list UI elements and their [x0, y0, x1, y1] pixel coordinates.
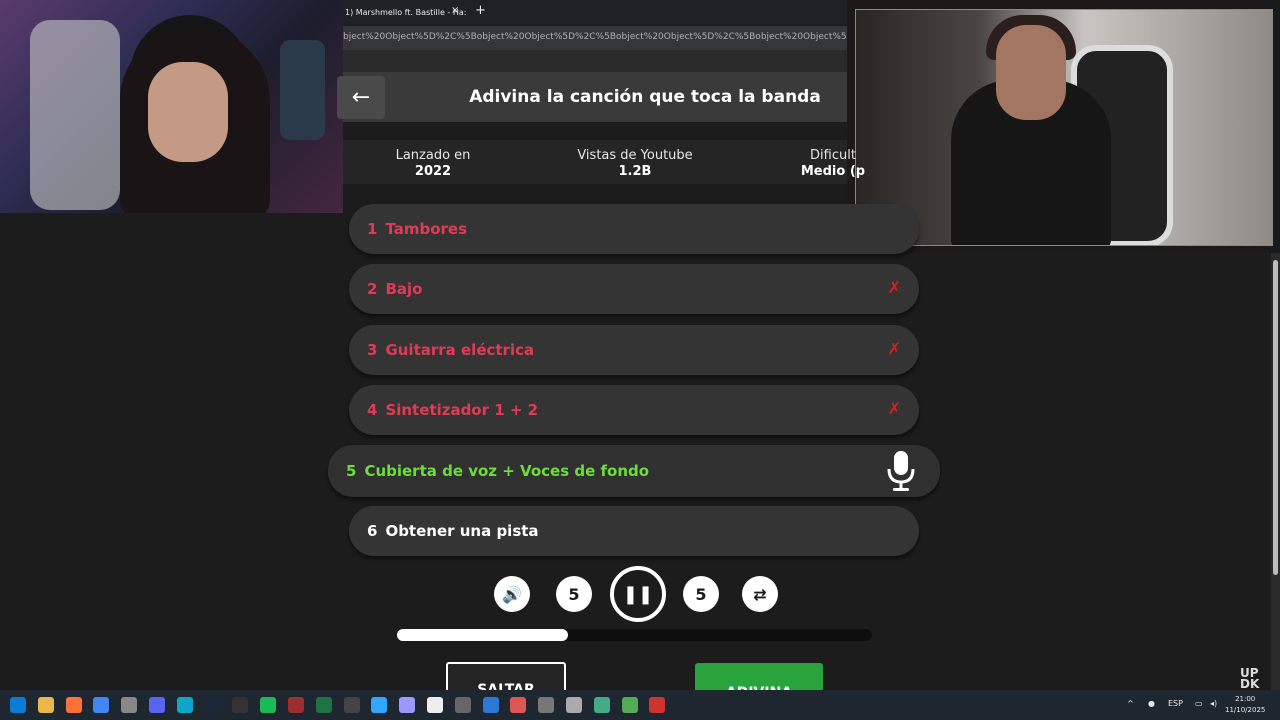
wrong-icon: ✗: [887, 278, 901, 297]
song-stats: Lanzado en 2022 Vistas de Youtube 1.2B D…: [343, 140, 865, 184]
app2-icon[interactable]: [454, 697, 471, 713]
app5-icon[interactable]: [593, 697, 610, 713]
chrome-icon[interactable]: [93, 697, 110, 713]
playback-controls: 🔊 5 ❚❚ 5 ⇄: [490, 566, 790, 622]
network-icon[interactable]: ▭: [1195, 699, 1203, 708]
track-item[interactable]: 2 Bajo ✗: [349, 264, 919, 314]
page-top-strip: [343, 50, 850, 72]
address-bar[interactable]: bject%20Object%5D%2C%5Bobject%20Object%5…: [343, 26, 850, 50]
excel-icon[interactable]: [315, 697, 332, 713]
clock[interactable]: 21:00 11/10/2025: [1225, 694, 1265, 716]
stat-value: 1.2B: [618, 164, 652, 179]
app3-icon[interactable]: [538, 697, 555, 713]
track-item-active[interactable]: 5 Cubierta de voz + Voces de fondo: [328, 445, 940, 497]
chair: [30, 20, 120, 210]
new-tab-button[interactable]: +: [475, 3, 486, 18]
network-icon[interactable]: [482, 697, 499, 713]
back-button[interactable]: ←: [337, 76, 385, 119]
edge-icon[interactable]: [176, 697, 193, 713]
wrong-icon: ✗: [887, 339, 901, 358]
track-number: 4: [367, 401, 378, 419]
settings-icon[interactable]: [121, 697, 138, 713]
pause-icon: ❚❚: [622, 583, 654, 605]
file-explorer-icon[interactable]: [37, 697, 54, 713]
wrong-icon: ✗: [887, 399, 901, 418]
url-text: bject%20Object%5D%2C%5Bobject%20Object%5…: [343, 32, 850, 42]
webcam-right: [855, 9, 1273, 246]
page-title: Adivina la canción que toca la banda: [469, 87, 821, 107]
arrow-left-icon: ←: [351, 85, 371, 110]
clock-date: 11/10/2025: [1225, 706, 1266, 714]
browser2-icon[interactable]: [510, 697, 527, 713]
clock-time: 21:00: [1235, 695, 1256, 703]
stat-value: 2022: [414, 164, 452, 179]
streamer-face: [148, 62, 228, 162]
volume-button[interactable]: 🔊: [494, 576, 530, 612]
capcut-icon[interactable]: [232, 697, 249, 713]
progress-fill: [397, 629, 568, 641]
language-indicator[interactable]: ESP: [1168, 699, 1183, 708]
stat-label: Dificult: [810, 148, 856, 163]
track-item[interactable]: 3 Guitarra eléctrica ✗: [349, 325, 919, 375]
app7-icon[interactable]: [649, 697, 666, 713]
stat-difficulty: Dificult Medio (p: [773, 148, 893, 179]
shuffle-button[interactable]: ⇄: [742, 576, 778, 612]
track-number: 6: [367, 522, 378, 540]
tab-title: 1) Marshmello ft. Bastille - Ha:: [345, 7, 467, 17]
playback-progress[interactable]: [397, 629, 872, 641]
premiere-icon[interactable]: [399, 697, 416, 713]
spotify-icon[interactable]: [260, 697, 277, 713]
track-item[interactable]: 1 Tambores: [349, 204, 919, 254]
track-number: 3: [367, 341, 378, 359]
track-label: Cubierta de voz + Voces de fondo: [364, 462, 650, 480]
app6-icon[interactable]: [621, 697, 638, 713]
microphone-tray-icon[interactable]: ●: [1148, 699, 1155, 708]
watermark-logo: UP DK: [1240, 666, 1260, 691]
steam-icon[interactable]: [204, 697, 221, 713]
app-icon[interactable]: [288, 697, 304, 713]
taskbar: ^ ● ESP ▭ ◂): [0, 690, 1280, 720]
hint-button[interactable]: 6 Obtener una pista: [349, 506, 919, 556]
scrollbar-thumb[interactable]: [1273, 260, 1278, 575]
forward-5-button[interactable]: 5: [683, 576, 719, 612]
windows-icon[interactable]: [10, 697, 26, 713]
track-label: Obtener una pista: [385, 522, 539, 540]
microphone: [280, 40, 325, 140]
microphone-icon: [887, 451, 915, 491]
track-label: Guitarra eléctrica: [385, 341, 535, 359]
stat-label: Vistas de Youtube: [577, 148, 693, 163]
guest-face: [996, 25, 1066, 120]
volume-tray-icon[interactable]: ◂): [1210, 699, 1217, 708]
track-label: Tambores: [385, 220, 468, 238]
browser-tabbar: 1) Marshmello ft. Bastille - Ha: × +: [343, 0, 850, 24]
app4-icon[interactable]: [566, 697, 582, 713]
play-pause-button[interactable]: ❚❚: [610, 566, 666, 622]
volume-icon: 🔊: [502, 584, 522, 604]
discord-icon[interactable]: [149, 697, 165, 713]
stat-release: Lanzado en 2022: [373, 148, 493, 179]
close-icon[interactable]: ×: [451, 5, 459, 16]
notepad-icon[interactable]: [427, 697, 443, 713]
stat-views: Vistas de Youtube 1.2B: [565, 148, 705, 179]
chevron-up-icon[interactable]: ^: [1127, 699, 1134, 708]
track-number: 1: [367, 220, 378, 238]
track-number: 5: [346, 462, 357, 480]
track-label: Sintetizador 1 + 2: [385, 401, 539, 419]
stat-label: Lanzado en: [395, 148, 471, 163]
rewind-5-button[interactable]: 5: [556, 576, 592, 612]
track-label: Bajo: [385, 280, 423, 298]
stat-value: Medio (p: [800, 164, 866, 179]
rewind-icon: 5: [568, 584, 580, 604]
photoshop-icon[interactable]: [371, 697, 388, 713]
track-number: 2: [367, 280, 378, 298]
track-item[interactable]: 4 Sintetizador 1 + 2 ✗: [349, 385, 919, 435]
shuffle-off-icon: ⇄: [753, 584, 767, 604]
obs-icon[interactable]: [343, 697, 360, 713]
forward-icon: 5: [695, 584, 707, 604]
webcam-left: [0, 0, 343, 213]
firefox-icon[interactable]: [65, 697, 82, 713]
